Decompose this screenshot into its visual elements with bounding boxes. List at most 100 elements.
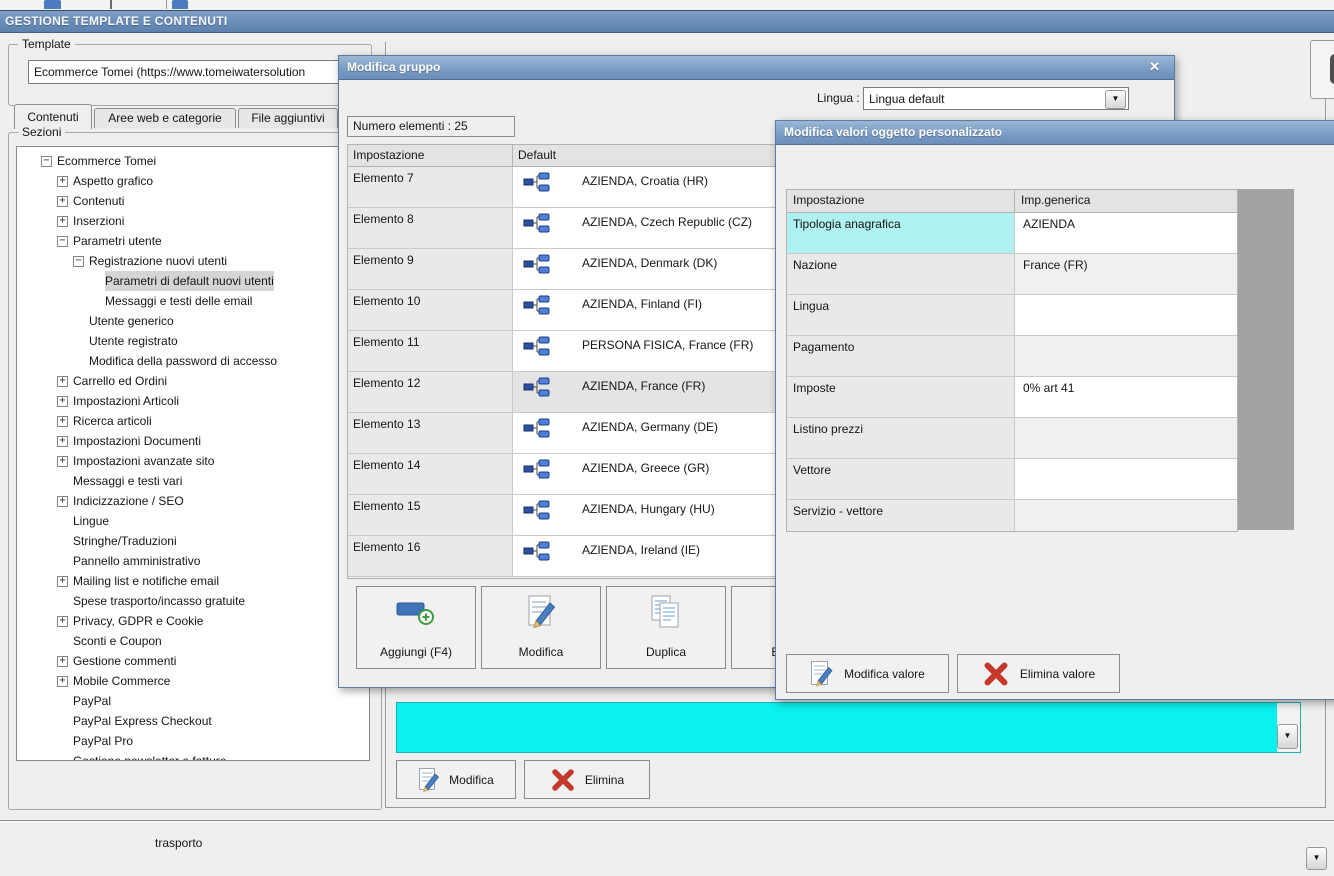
tree-item[interactable]: Modifica della password di accesso xyxy=(17,351,369,371)
copy-icon xyxy=(648,587,684,637)
tree-item[interactable]: Messaggi e testi delle email xyxy=(17,291,369,311)
tree-expander-icon[interactable]: + xyxy=(57,415,68,427)
template-select[interactable]: Ecommerce Tomei (https://www.tomeiwaters… xyxy=(28,60,358,84)
tree-expander-icon[interactable]: + xyxy=(57,375,68,387)
tree-item-label: Indicizzazione / SEO xyxy=(73,494,184,508)
duplica-button[interactable]: Duplica xyxy=(606,586,726,669)
corner-partial-button[interactable] xyxy=(1310,40,1334,99)
row-name: Tipologia anagrafica xyxy=(787,213,1015,253)
table-row[interactable]: Vettore xyxy=(787,459,1237,500)
tree-item[interactable]: + Mailing list e notifiche email xyxy=(17,571,369,591)
column-header-impostazione[interactable]: Impostazione xyxy=(787,190,1015,212)
tree-expander-icon[interactable]: + xyxy=(57,615,68,627)
tree-item[interactable]: Utente registrato xyxy=(17,331,369,351)
tree-item[interactable]: PayPal Pro xyxy=(17,731,369,751)
tree-item[interactable]: Spese trasporto/incasso gratuite xyxy=(17,591,369,611)
table-row[interactable]: Listino prezzi xyxy=(787,418,1237,459)
tree-item[interactable]: + Contenuti xyxy=(17,191,369,211)
hierarchy-icon xyxy=(523,458,550,480)
tree-item-label: Parametri utente xyxy=(73,234,162,248)
elimina-valore-button[interactable]: Elimina valore xyxy=(957,654,1120,693)
table-row[interactable]: Tipologia anagrafica AZIENDA xyxy=(787,213,1237,254)
chevron-down-icon[interactable]: ▼ xyxy=(1105,90,1126,109)
table-row[interactable]: Lingua xyxy=(787,295,1237,336)
tree-item[interactable]: + Carrello ed Ordini xyxy=(17,371,369,391)
tree-item-label: Parametri di default nuovi utenti xyxy=(105,271,274,291)
tree-expander-icon[interactable]: + xyxy=(57,395,68,407)
sections-tree: − Ecommerce Tomei + Aspetto grafico + Co… xyxy=(16,146,370,761)
tree-item[interactable]: Stringhe/Traduzioni xyxy=(17,531,369,551)
row-value xyxy=(1015,336,1237,376)
modifica-element-button[interactable]: Modifica xyxy=(481,586,601,669)
tree-item-label: Utente registrato xyxy=(89,334,178,348)
table-scrollbar-track[interactable] xyxy=(1238,189,1294,530)
close-icon[interactable]: ✕ xyxy=(1149,60,1160,74)
tree-item-label: Carrello ed Ordini xyxy=(73,374,168,388)
row-name: Elemento 14 xyxy=(348,454,513,494)
tree-expander-icon[interactable]: + xyxy=(57,455,68,467)
tree-item[interactable]: + Privacy, GDPR e Cookie xyxy=(17,611,369,631)
tree-expander-icon[interactable]: + xyxy=(57,655,68,667)
column-header-generica[interactable]: Imp.generica xyxy=(1015,190,1237,212)
tree-expander-icon[interactable]: + xyxy=(57,215,68,227)
tree-item-label: Gestione newsletter e fatture xyxy=(73,754,227,761)
row-value: AZIENDA, Hungary (HU) xyxy=(582,502,715,516)
tree-expander-icon[interactable]: + xyxy=(57,675,68,687)
tree-item[interactable]: PayPal Express Checkout xyxy=(17,711,369,731)
chevron-down-icon[interactable]: ▼ xyxy=(1277,724,1298,749)
tree-item[interactable]: Gestione newsletter e fatture xyxy=(17,751,369,761)
lingua-select[interactable]: Lingua default ▼ xyxy=(863,87,1129,110)
tree-item-label: PayPal Pro xyxy=(73,734,134,748)
tree-item[interactable]: + Impostazioni Articoli xyxy=(17,391,369,411)
elimina-button[interactable]: Elimina xyxy=(524,760,650,799)
table-row[interactable]: Pagamento xyxy=(787,336,1237,377)
row-value: AZIENDA, France (FR) xyxy=(582,379,706,393)
tree-item[interactable]: + Gestione commenti xyxy=(17,651,369,671)
tab[interactable]: File aggiuntivi xyxy=(238,108,338,128)
tree-expander-icon[interactable]: + xyxy=(57,175,68,187)
dialog-titlebar[interactable]: Modifica valori oggetto personalizzato xyxy=(776,121,1334,145)
dialog-titlebar[interactable]: Modifica gruppo ✕ xyxy=(339,56,1174,80)
table-row[interactable]: Nazione France (FR) xyxy=(787,254,1237,295)
tree-expander-icon[interactable]: − xyxy=(41,155,52,167)
row-value: AZIENDA, Ireland (IE) xyxy=(582,543,701,557)
modifica-valore-button[interactable]: Modifica valore xyxy=(786,654,949,693)
tree-item[interactable]: + Aspetto grafico xyxy=(17,171,369,191)
tree-item[interactable]: Sconti e Coupon xyxy=(17,631,369,651)
tree-item[interactable]: − Ecommerce Tomei xyxy=(17,151,369,171)
tree-item[interactable]: + Mobile Commerce xyxy=(17,671,369,691)
tree-item[interactable]: + Impostazioni avanzate sito xyxy=(17,451,369,471)
tree-expander-icon[interactable]: − xyxy=(73,255,84,267)
tree-item[interactable]: + Indicizzazione / SEO xyxy=(17,491,369,511)
tree-item[interactable]: Messaggi e testi vari xyxy=(17,471,369,491)
custom-object-combo[interactable]: ▼ xyxy=(396,702,1301,753)
tree-item[interactable]: Parametri di default nuovi utenti xyxy=(17,271,369,291)
tree-item[interactable]: Lingue xyxy=(17,511,369,531)
tree-item[interactable]: + Inserzioni xyxy=(17,211,369,231)
toolbar-icon-fragment[interactable] xyxy=(44,0,61,9)
app-window: GESTIONE TEMPLATE E CONTENUTI ▼ Modifica… xyxy=(0,0,1334,876)
table-row[interactable]: Imposte 0% art 41 xyxy=(787,377,1237,418)
tree-expander-icon[interactable]: + xyxy=(57,575,68,587)
column-header-impostazione[interactable]: Impostazione xyxy=(348,145,513,166)
tree-expander-icon[interactable]: + xyxy=(57,435,68,447)
toolbar-icon-fragment[interactable] xyxy=(172,0,188,9)
tree-item-label: Spese trasporto/incasso gratuite xyxy=(73,594,246,608)
modifica-button[interactable]: Modifica xyxy=(396,760,516,799)
tree-expander-icon[interactable]: + xyxy=(57,495,68,507)
tree-item[interactable]: Pannello amministrativo xyxy=(17,551,369,571)
tree-item[interactable]: − Registrazione nuovi utenti xyxy=(17,251,369,271)
tree-expander-icon[interactable]: − xyxy=(57,235,68,247)
tab[interactable]: Aree web e categorie xyxy=(94,108,236,128)
tree-scroll-down-icon[interactable]: ▼ xyxy=(1306,847,1327,870)
tree-item[interactable]: + Ricerca articoli xyxy=(17,411,369,431)
tree-item[interactable]: PayPal xyxy=(17,691,369,711)
tree-expander-icon[interactable]: + xyxy=(57,195,68,207)
modifica-valori-dialog: Modifica valori oggetto personalizzato I… xyxy=(775,120,1334,700)
tree-item[interactable]: Utente generico xyxy=(17,311,369,331)
tree-item[interactable]: − Parametri utente xyxy=(17,231,369,251)
aggiungi-button[interactable]: Aggiungi (F4) xyxy=(356,586,476,669)
tree-item[interactable]: + Impostazioni Documenti xyxy=(17,431,369,451)
row-name: Elemento 8 xyxy=(348,208,513,248)
table-row[interactable]: Servizio - vettore xyxy=(787,500,1237,531)
